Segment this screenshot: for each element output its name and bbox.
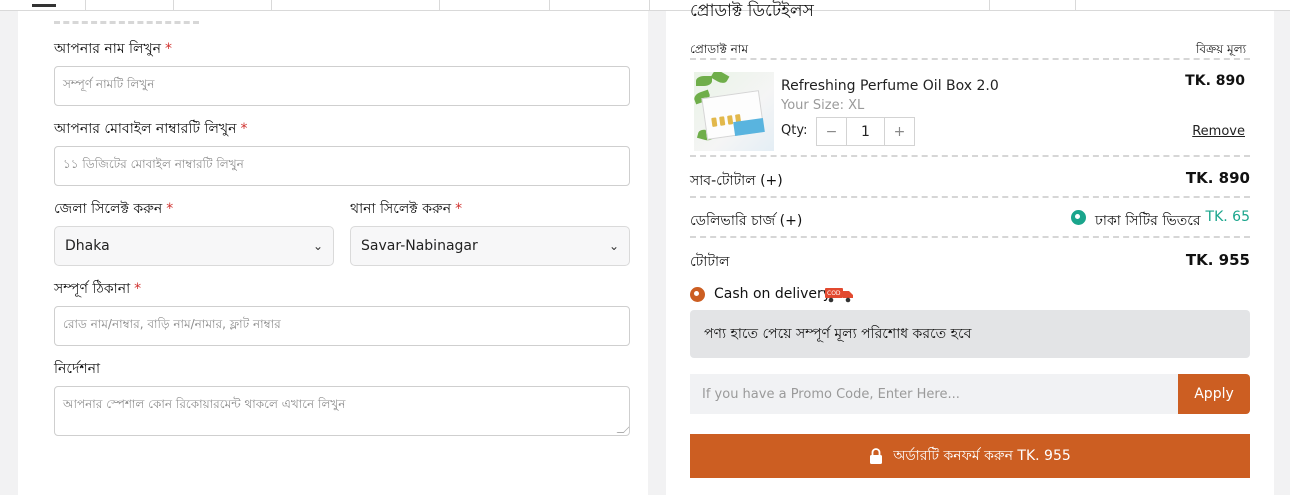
required-mark: * [455, 201, 463, 217]
chevron-down-icon: ⌄ [312, 239, 323, 253]
thana-select[interactable]: Savar-Nabinagar ⌄ [350, 226, 630, 266]
item-price: TK. 890 [1185, 73, 1245, 89]
total-value: TK. 955 [1185, 251, 1250, 269]
order-summary-title: প্রোডাক্ট ডিটেইলস [690, 1, 814, 21]
name-input[interactable]: সম্পূর্ণ নামটি লিখুন [54, 66, 630, 106]
required-mark: * [134, 281, 142, 297]
promo-placeholder: If you have a Promo Code, Enter Here... [702, 386, 960, 402]
delivery-value: TK. 65 [1205, 209, 1250, 225]
payment-radio[interactable] [690, 287, 705, 302]
divider [690, 58, 1250, 60]
address-placeholder: রোড নাম/নাম্বার, বাড়ি নাম/নামার, ফ্লাট … [63, 317, 281, 331]
name-placeholder: সম্পূর্ণ নামটি লিখুন [63, 77, 155, 91]
leaf-shape [710, 72, 730, 86]
lock-icon [870, 448, 883, 464]
confirm-order-button[interactable]: অর্ডারটি কনফর্ম করুন TK. 955 [690, 434, 1250, 478]
divider [690, 196, 1250, 198]
confirm-order-label: অর্ডারটি কনফর্ম করুন TK. 955 [893, 448, 1071, 464]
divider [690, 236, 1250, 238]
address-label: সম্পূর্ণ ঠিকানা * [54, 281, 142, 297]
remove-item-link[interactable]: Remove [1192, 124, 1245, 139]
delivery-label: ডেলিভারি চার্জ (+) [690, 213, 803, 229]
name-label: আপনার নাম লিখুন * [54, 41, 173, 57]
tab-5[interactable] [440, 0, 550, 11]
tab-4[interactable] [272, 0, 440, 11]
divider [690, 155, 1250, 157]
subtotal-value: TK. 890 [1185, 169, 1250, 187]
tab-6[interactable] [550, 0, 650, 11]
vial [727, 115, 734, 125]
required-mark: * [165, 41, 173, 57]
product-image [694, 72, 774, 151]
delivery-radio[interactable] [1071, 210, 1086, 225]
total-label: টোটাল [690, 254, 730, 270]
quantity-stepper: − 1 + [816, 117, 915, 146]
payment-option-label[interactable]: Cash on delivery [714, 286, 831, 302]
product-name[interactable]: Refreshing Perfume Oil Box 2.0 [781, 78, 999, 94]
apply-promo-button[interactable]: Apply [1178, 374, 1250, 414]
notes-label: নির্দেশনা [54, 361, 101, 377]
tab-2[interactable] [86, 0, 174, 11]
required-mark: * [166, 201, 174, 217]
divider [54, 21, 199, 24]
thana-value: Savar-Nabinagar [361, 238, 478, 254]
chevron-down-icon: ⌄ [608, 239, 619, 253]
vial [719, 116, 726, 126]
delivery-option-label[interactable]: ঢাকা সিটির ভিতরে [1095, 209, 1201, 233]
blue-box [733, 117, 765, 137]
mobile-input[interactable]: ১১ ডিজিটের মোবাইল নাম্বারটি লিখুন [54, 146, 630, 186]
tab-3[interactable] [174, 0, 272, 11]
qty-label: Qty: [781, 123, 808, 138]
required-mark: * [240, 121, 248, 137]
tab-8[interactable] [990, 0, 1076, 11]
tab-indicator [32, 4, 56, 7]
district-label: জেলা সিলেক্ট করুন * [54, 201, 174, 217]
mobile-placeholder: ১১ ডিজিটের মোবাইল নাম্বারটি লিখুন [63, 157, 244, 171]
payment-note: পণ্য হাতে পেয়ে সম্পূর্ণ মূল্য পরিশোধ কর… [690, 310, 1250, 358]
qty-decrease-button[interactable]: − [817, 118, 846, 145]
thana-label: থানা সিলেক্ট করুন * [350, 201, 463, 217]
tab-1[interactable] [0, 0, 86, 11]
address-input[interactable]: রোড নাম/নাম্বার, বাড়ি নাম/নামার, ফ্লাট … [54, 306, 630, 346]
resize-handle-icon[interactable] [616, 426, 629, 433]
district-select[interactable]: Dhaka ⌄ [54, 226, 334, 266]
notes-placeholder: আপনার স্পেশাল কোন রিকোয়ারমেন্ট থাকলে এখ… [63, 397, 346, 411]
top-tab-strip [0, 0, 1290, 11]
qty-input[interactable]: 1 [846, 118, 885, 145]
cod-badge-text: COD [827, 290, 841, 297]
notes-textarea[interactable]: আপনার স্পেশাল কোন রিকোয়ারমেন্ট থাকলে এখ… [54, 386, 630, 436]
district-value: Dhaka [65, 238, 110, 254]
vial [711, 117, 718, 127]
mobile-label: আপনার মোবাইল নাম্বারটি লিখুন * [54, 121, 248, 137]
promo-code-input[interactable]: If you have a Promo Code, Enter Here... [690, 374, 1178, 414]
subtotal-label: সাব-টোটাল (+) [690, 173, 783, 189]
qty-increase-button[interactable]: + [885, 118, 914, 145]
leaf-shape [696, 76, 712, 86]
truck-icon: COD [825, 288, 853, 303]
product-size: Your Size: XL [781, 98, 865, 113]
